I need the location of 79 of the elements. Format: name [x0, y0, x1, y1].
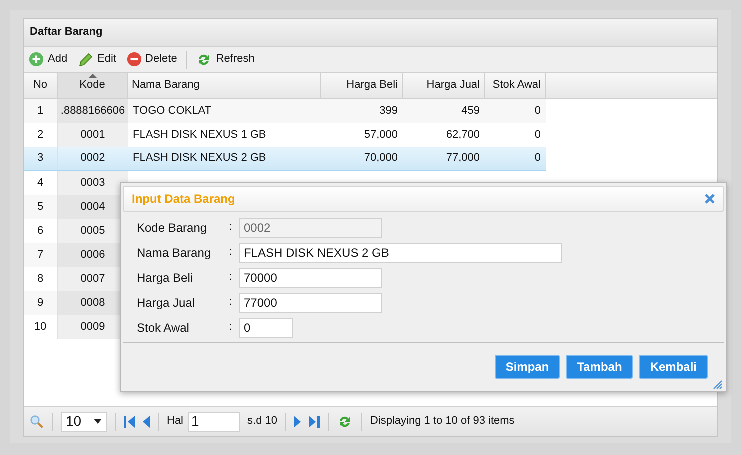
field-label: Harga Beli: [137, 270, 194, 286]
table-cell-text: 77,000: [446, 151, 480, 166]
field-label: Harga Jual: [137, 294, 196, 312]
table-cell-text: 6: [37, 224, 44, 239]
column-header[interactable]: Nama Barang: [128, 73, 321, 98]
pager-status: Displaying 1 to 10 of 93 items: [370, 414, 515, 430]
page-field[interactable]: 1: [188, 412, 240, 432]
column-header[interactable]: Harga Jual: [403, 73, 485, 98]
toolbar-button[interactable]: Add: [28, 51, 69, 68]
table-cell-text: 459: [462, 104, 480, 119]
table-cell-text: 0: [534, 128, 541, 143]
table-cell-text: 1: [37, 104, 44, 119]
field-label: Nama Barang: [137, 244, 212, 262]
field-label: Stok Awal: [137, 320, 190, 336]
table-cell-text: 0: [534, 104, 541, 119]
table-cell-text: 4: [37, 176, 44, 191]
search-icon[interactable]: [30, 414, 44, 428]
table-cell-text: 8: [37, 272, 44, 287]
table-cell-text: 0009: [80, 320, 106, 335]
table-cell-text: 0002: [80, 151, 106, 166]
field-label: Kode Barang: [137, 220, 208, 236]
input-field[interactable]: 70000: [239, 268, 382, 288]
column-header[interactable]: Kode: [58, 73, 128, 98]
sort-arrow-icon: [89, 74, 97, 78]
table-cell-text: .8888166606: [60, 104, 126, 119]
pencil-icon: [78, 52, 94, 68]
table-cell-text: 0007: [80, 272, 106, 287]
resize-grip-icon[interactable]: [712, 379, 722, 389]
first-page-icon[interactable]: [124, 416, 135, 428]
table-cell-text: 399: [380, 104, 398, 119]
previous-page-icon[interactable]: [143, 416, 150, 428]
input-field[interactable]: 77000: [239, 292, 382, 312]
table-cell-text: 9: [37, 296, 44, 311]
colon: :: [229, 270, 234, 286]
column-header[interactable]: Harga Beli: [321, 73, 403, 98]
table-cell-text: 5: [37, 200, 44, 215]
page-label: Hal: [167, 414, 184, 430]
dialog-button[interactable]: Tambah: [566, 355, 634, 379]
table-cell-text: 10: [34, 320, 47, 335]
table-cell-text: 70,000: [364, 151, 398, 166]
page-count: s.d 10: [248, 414, 278, 430]
input-field[interactable]: FLASH DISK NEXUS 2 GB: [239, 242, 562, 262]
close-icon[interactable]: [705, 194, 715, 204]
plus-icon: [29, 52, 44, 67]
table-row[interactable]: 3 0002 FLASH DISK NEXUS 2 GB 70,000 77,000 0: [24, 147, 546, 171]
table-cell-text: TOGO COKLAT: [133, 104, 212, 119]
table-row[interactable]: 1 .8888166606 TOGO COKLAT 399 459 0: [24, 99, 546, 123]
table-cell-text: FLASH DISK NEXUS 1 GB: [133, 128, 266, 143]
minus-icon: [126, 52, 142, 67]
toolbar-button[interactable]: Edit: [76, 51, 118, 68]
table-cell-text: FLASH DISK NEXUS 2 GB: [133, 151, 266, 166]
column-header[interactable]: Stok Awal: [485, 73, 546, 98]
last-page-icon[interactable]: [309, 416, 320, 428]
next-page-icon[interactable]: [294, 416, 302, 428]
table-cell-text: 3: [37, 151, 44, 166]
colon: :: [229, 320, 234, 336]
dialog-title: Input Data Barang: [132, 191, 236, 208]
toolbar-button[interactable]: Delete: [126, 51, 178, 68]
caret-icon: [94, 419, 102, 424]
panel-title: Daftar Barang: [30, 25, 103, 40]
table-cell-text: 62,700: [446, 128, 480, 143]
table-cell-text: 0006: [80, 248, 106, 263]
table-cell-text: 0004: [80, 200, 106, 215]
table-cell-text: 0: [534, 151, 541, 166]
dialog-button[interactable]: Simpan: [494, 355, 560, 379]
table-cell-text: 0001: [80, 128, 106, 143]
table-cell-text: 7: [37, 248, 44, 263]
table-cell-text: 57,000: [364, 128, 398, 143]
input-field[interactable]: 0: [239, 318, 293, 338]
table-cell-text: 0008: [80, 296, 106, 311]
page-size-select[interactable]: 10: [61, 412, 107, 432]
toolbar-button[interactable]: Refresh: [195, 51, 256, 68]
table-cell-text: 0005: [80, 224, 106, 239]
table-cell-text: 2: [37, 128, 44, 143]
colon: :: [229, 220, 234, 236]
table-cell-text: 0003: [80, 176, 106, 191]
colon: :: [229, 245, 234, 260]
colon: :: [229, 295, 234, 310]
dialog-button[interactable]: Kembali: [639, 355, 708, 379]
